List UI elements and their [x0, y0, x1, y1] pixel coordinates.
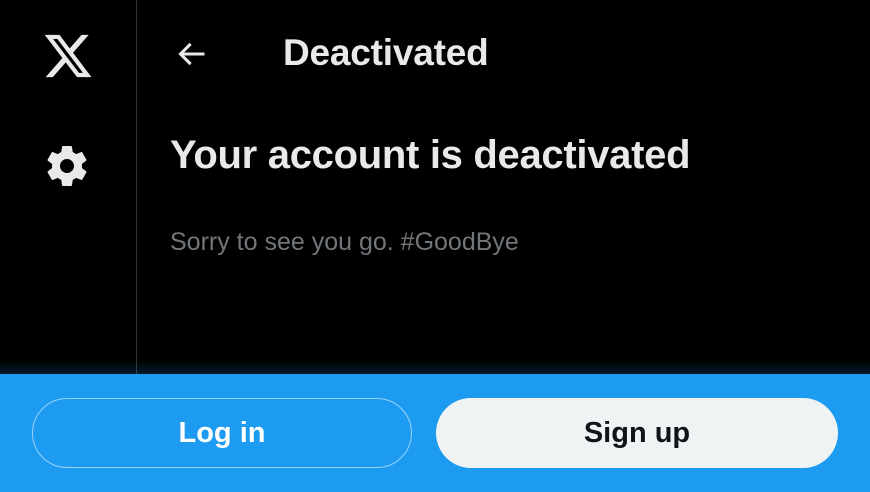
signup-button[interactable]: Sign up [436, 398, 838, 468]
bottom-bar-shadow [0, 360, 870, 374]
page: Deactivated Your account is deactivated … [0, 0, 870, 492]
header: Deactivated [137, 0, 870, 106]
arrow-left-icon[interactable] [173, 36, 209, 72]
x-logo-icon[interactable] [40, 30, 96, 82]
gear-icon[interactable] [43, 142, 91, 190]
bottom-bar: Log in Sign up [0, 374, 870, 492]
headline: Your account is deactivated [170, 133, 691, 177]
sidebar [0, 0, 137, 374]
page-title: Deactivated [283, 32, 489, 73]
subtitle: Sorry to see you go. #GoodBye [170, 228, 519, 256]
login-button[interactable]: Log in [32, 398, 412, 468]
